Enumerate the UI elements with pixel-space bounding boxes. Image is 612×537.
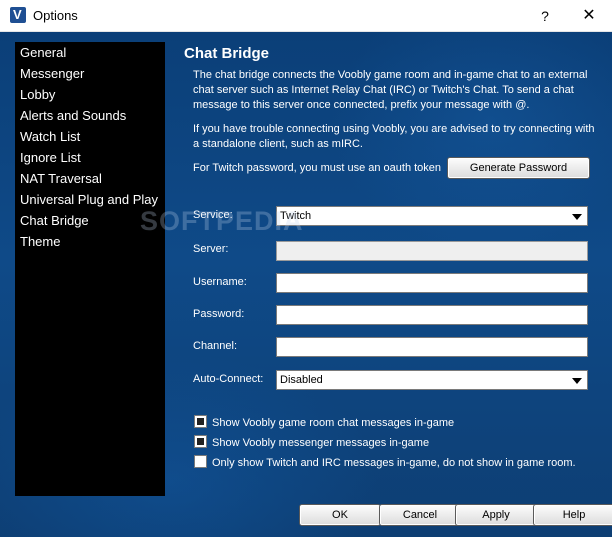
nav-item-messenger[interactable]: Messenger bbox=[15, 63, 165, 84]
auto-connect-label: Auto-Connect: bbox=[193, 373, 264, 385]
chevron-down-icon bbox=[572, 214, 582, 220]
option-label: Only show Twitch and IRC messages in-gam… bbox=[212, 457, 576, 469]
auto-connect-selected-value: Disabled bbox=[280, 374, 323, 386]
server-label: Server: bbox=[193, 243, 229, 255]
ok-button[interactable]: OK bbox=[299, 504, 381, 526]
password-field[interactable] bbox=[276, 305, 588, 325]
username-label: Username: bbox=[193, 276, 247, 288]
nav-item-ignore-list[interactable]: Ignore List bbox=[15, 147, 165, 168]
option-only-twitch-irc-in-game[interactable]: Only show Twitch and IRC messages in-gam… bbox=[194, 455, 576, 469]
service-selected-value: Twitch bbox=[280, 210, 312, 222]
cancel-button[interactable]: Cancel bbox=[379, 504, 461, 526]
nav-item-lobby[interactable]: Lobby bbox=[15, 84, 165, 105]
nav-item-chat-bridge[interactable]: Chat Bridge bbox=[15, 210, 165, 231]
checkbox-unchecked-icon[interactable] bbox=[194, 455, 207, 468]
voobly-app-icon bbox=[10, 7, 26, 23]
page-title: Chat Bridge bbox=[184, 45, 270, 62]
service-label: Service: bbox=[193, 209, 233, 221]
channel-field[interactable] bbox=[276, 337, 588, 357]
title-help-button[interactable]: ? bbox=[530, 5, 560, 27]
auto-connect-select[interactable]: Disabled bbox=[276, 370, 588, 390]
nav-item-alerts-and-sounds[interactable]: Alerts and Sounds bbox=[15, 105, 165, 126]
dialog-client-area: General Messenger Lobby Alerts and Sound… bbox=[0, 32, 612, 537]
checkbox-checked-icon[interactable] bbox=[194, 415, 207, 428]
service-select[interactable]: Twitch bbox=[276, 206, 588, 226]
password-label: Password: bbox=[193, 308, 245, 320]
nav-item-theme[interactable]: Theme bbox=[15, 231, 165, 252]
server-field bbox=[276, 241, 588, 261]
close-button[interactable]: ✕ bbox=[574, 5, 604, 27]
twitch-password-note: For Twitch password, you must use an oau… bbox=[193, 162, 442, 174]
title-bar: Options ? ✕ bbox=[0, 0, 612, 32]
channel-label: Channel: bbox=[193, 340, 238, 352]
trouble-note: If you have trouble connecting using Voo… bbox=[193, 123, 595, 150]
chevron-down-icon bbox=[572, 378, 582, 384]
options-nav-list: General Messenger Lobby Alerts and Sound… bbox=[15, 42, 165, 496]
username-field[interactable] bbox=[276, 273, 588, 293]
checkbox-checked-icon[interactable] bbox=[194, 435, 207, 448]
nav-item-watch-list[interactable]: Watch List bbox=[15, 126, 165, 147]
option-label: Show Voobly game room chat messages in-g… bbox=[212, 417, 455, 429]
apply-button[interactable]: Apply bbox=[455, 504, 537, 526]
chat-bridge-description: The chat bridge connects the Voobly game… bbox=[193, 69, 588, 111]
option-label: Show Voobly messenger messages in-game bbox=[212, 437, 430, 449]
nav-item-universal-plug-and-play[interactable]: Universal Plug and Play bbox=[15, 189, 165, 210]
help-button[interactable]: Help bbox=[533, 504, 612, 526]
nav-item-nat-traversal[interactable]: NAT Traversal bbox=[15, 168, 165, 189]
generate-password-button[interactable]: Generate Password bbox=[447, 157, 590, 179]
chat-bridge-panel: Chat Bridge The chat bridge connects the… bbox=[184, 32, 612, 537]
option-show-game-room-chat[interactable]: Show Voobly game room chat messages in-g… bbox=[194, 415, 454, 429]
nav-item-general[interactable]: General bbox=[15, 42, 165, 63]
window-title: Options bbox=[33, 8, 78, 23]
option-show-messenger-messages[interactable]: Show Voobly messenger messages in-game bbox=[194, 435, 429, 449]
